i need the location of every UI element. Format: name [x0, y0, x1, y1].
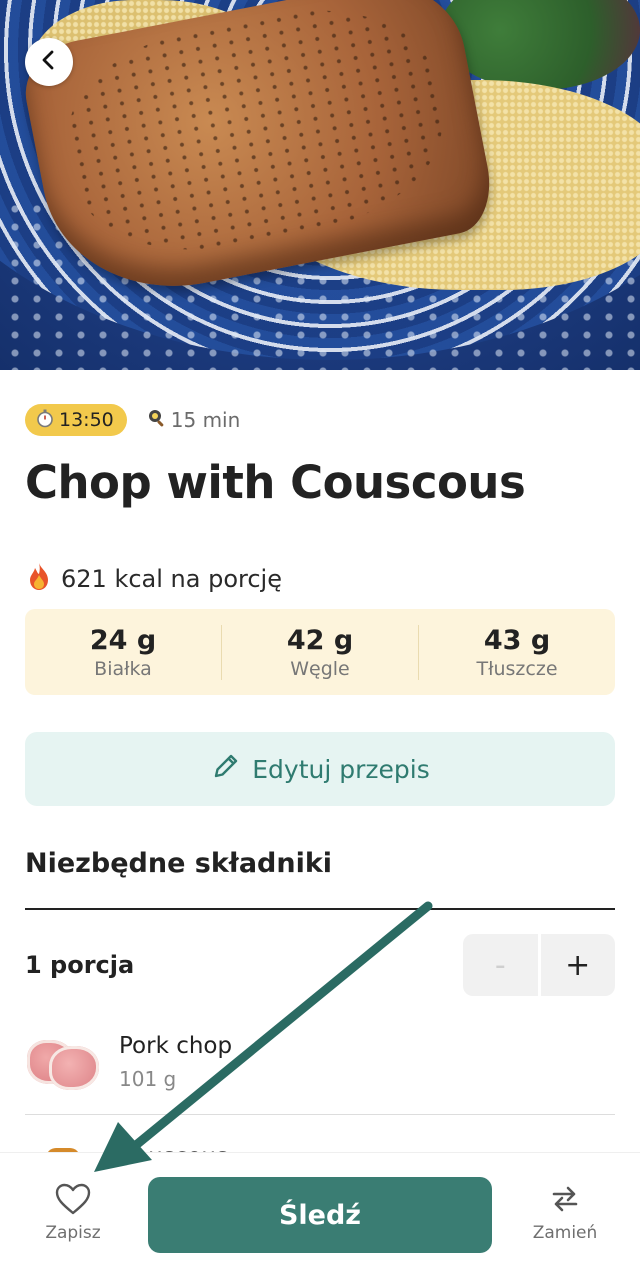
swap-label: Zamień	[532, 1223, 598, 1243]
save-label: Zapisz	[45, 1223, 101, 1243]
macro-carbs: 42 g Węgle	[221, 624, 418, 680]
ingredient-name: Pork chop	[119, 1033, 233, 1059]
edit-recipe-button[interactable]: Edytuj przepis	[25, 732, 615, 806]
heart-icon	[18, 1181, 128, 1217]
macro-value: 43 g	[483, 624, 551, 656]
macro-protein: 24 g Białka	[25, 625, 221, 680]
prep-time: 15 min	[147, 408, 241, 433]
section-divider	[25, 908, 615, 910]
fire-icon	[25, 561, 53, 597]
edit-recipe-label: Edytuj przepis	[252, 754, 430, 784]
timer-badge: 13:50	[25, 404, 127, 436]
decrease-portion-button[interactable]: -	[463, 934, 538, 996]
save-button[interactable]: Zapisz	[18, 1181, 128, 1243]
bottom-action-bar: Zapisz Śledź Zamień	[0, 1152, 640, 1280]
portion-label: 1 porcja	[25, 951, 135, 979]
prep-time-text: 15 min	[170, 408, 241, 432]
macro-value: 24 g	[89, 624, 157, 656]
macros-panel: 24 g Białka 42 g Węgle 43 g Tłuszcze	[25, 609, 615, 695]
macro-label: Białka	[94, 657, 152, 680]
ingredient-text: Pork chop 101 g	[119, 1033, 232, 1091]
swap-button[interactable]: Zamień	[510, 1181, 620, 1243]
ingredients-section-title: Niezbędne składniki	[25, 848, 333, 879]
ingredient-image	[25, 1032, 101, 1092]
frying-pan-icon	[147, 408, 167, 433]
ingredient-quantity: 101 g	[119, 1067, 177, 1091]
macro-label: Tłuszcze	[476, 657, 558, 680]
pencil-icon	[210, 750, 242, 788]
increase-portion-button[interactable]: +	[540, 934, 615, 996]
recipe-meta-row: 13:50 15 min	[25, 404, 240, 436]
chevron-left-icon	[38, 49, 60, 75]
macro-value: 42 g	[286, 624, 354, 656]
timer-text: 13:50	[59, 409, 114, 431]
macro-fat: 43 g Tłuszcze	[418, 624, 615, 680]
stopwatch-icon	[35, 408, 55, 433]
swap-arrows-icon	[510, 1181, 620, 1217]
macro-label: Węgle	[290, 657, 350, 680]
recipe-title: Chop with Couscous	[25, 456, 526, 509]
portion-stepper: - +	[463, 934, 615, 996]
recipe-hero-image	[0, 0, 640, 370]
track-button[interactable]: Śledź	[148, 1177, 492, 1253]
ingredient-divider	[25, 1114, 615, 1115]
calories-row: 621 kcal na porcję	[25, 561, 282, 597]
back-button[interactable]	[25, 38, 73, 86]
calories-text: 621 kcal na porcję	[61, 565, 282, 593]
ingredient-item[interactable]: Pork chop 101 g	[25, 1022, 615, 1102]
